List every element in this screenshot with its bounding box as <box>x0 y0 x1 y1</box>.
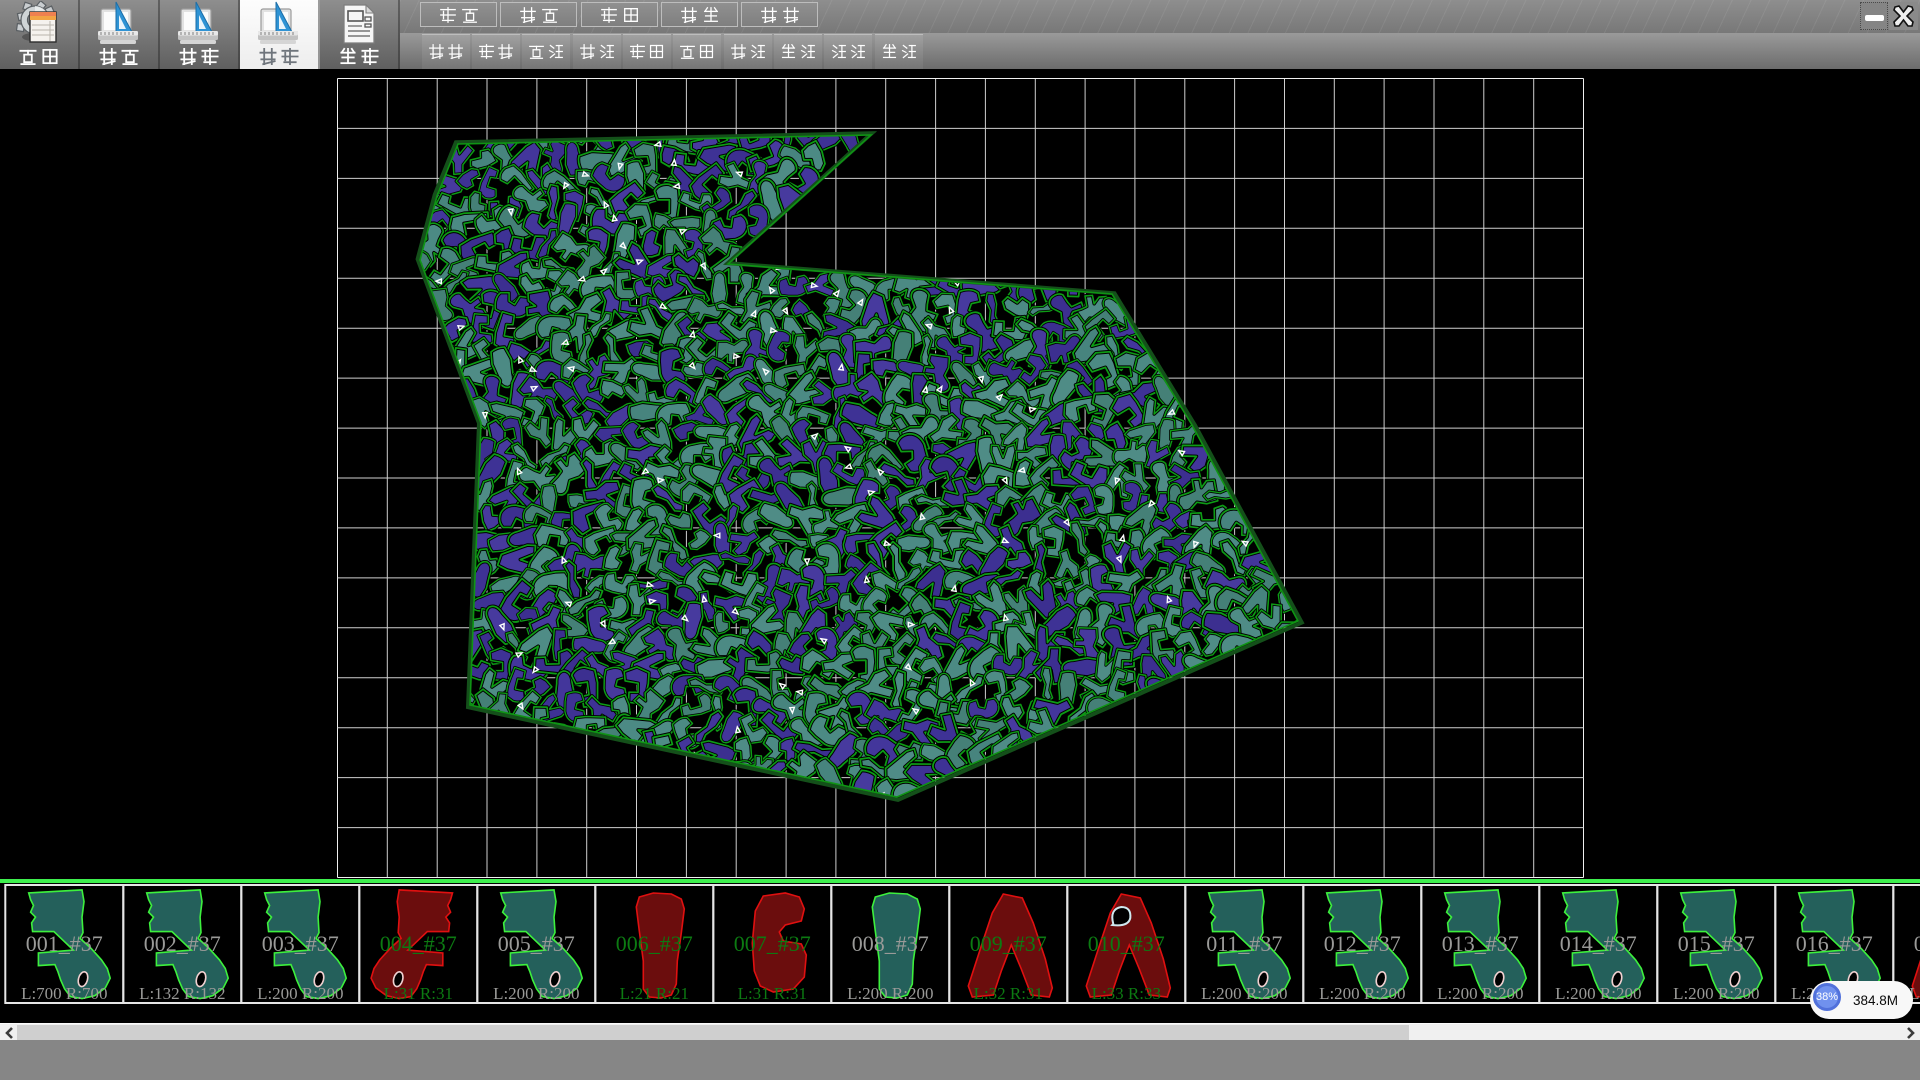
svg-text:L:31 R:31: L:31 R:31 <box>384 984 453 1003</box>
svg-text:L:200 R:200: L:200 R:200 <box>847 984 933 1003</box>
svg-text:L:132 R:132: L:132 R:132 <box>139 984 225 1003</box>
svg-text:004_#37: 004_#37 <box>380 931 457 956</box>
svg-text:013_#37: 013_#37 <box>1442 931 1519 956</box>
svg-text:L:32 R:31: L:32 R:31 <box>974 984 1043 1003</box>
svg-text:L:21 R:21: L:21 R:21 <box>620 984 689 1003</box>
svg-text:L:700 R:700: L:700 R:700 <box>21 984 107 1003</box>
svg-text:002_#37: 002_#37 <box>144 931 221 956</box>
svg-text:015_#37: 015_#37 <box>1678 931 1755 956</box>
svg-text:003_#37: 003_#37 <box>262 931 339 956</box>
svg-text:L:200 R:200: L:200 R:200 <box>1319 984 1405 1003</box>
svg-text:L:200 R:200: L:200 R:200 <box>1673 984 1759 1003</box>
svg-text:L:200 R:200: L:200 R:200 <box>257 984 343 1003</box>
svg-text:006_#37: 006_#37 <box>616 931 693 956</box>
svg-text:014_#37: 014_#37 <box>1560 931 1637 956</box>
svg-text:009_#37: 009_#37 <box>970 931 1047 956</box>
svg-text:011_#37: 011_#37 <box>1206 931 1282 956</box>
svg-text:L:200 R:200: L:200 R:200 <box>493 984 579 1003</box>
svg-text:001_#37: 001_#37 <box>26 931 103 956</box>
svg-text:017_#37: 017_#37 <box>1914 931 1920 956</box>
svg-text:L:33 R:33: L:33 R:33 <box>1092 984 1161 1003</box>
svg-text:010_#37: 010_#37 <box>1088 931 1165 956</box>
svg-text:008_#37: 008_#37 <box>852 931 929 956</box>
svg-text:016_#37: 016_#37 <box>1796 931 1873 956</box>
svg-text:L:200 R:200: L:200 R:200 <box>1555 984 1641 1003</box>
svg-text:L:200 R:200: L:200 R:200 <box>1437 984 1523 1003</box>
svg-text:012_#37: 012_#37 <box>1324 931 1401 956</box>
svg-text:005_#37: 005_#37 <box>498 931 575 956</box>
svg-text:L:31 R:31: L:31 R:31 <box>738 984 807 1003</box>
svg-text:007_#37: 007_#37 <box>734 931 811 956</box>
svg-text:L:200 R:200: L:200 R:200 <box>1201 984 1287 1003</box>
